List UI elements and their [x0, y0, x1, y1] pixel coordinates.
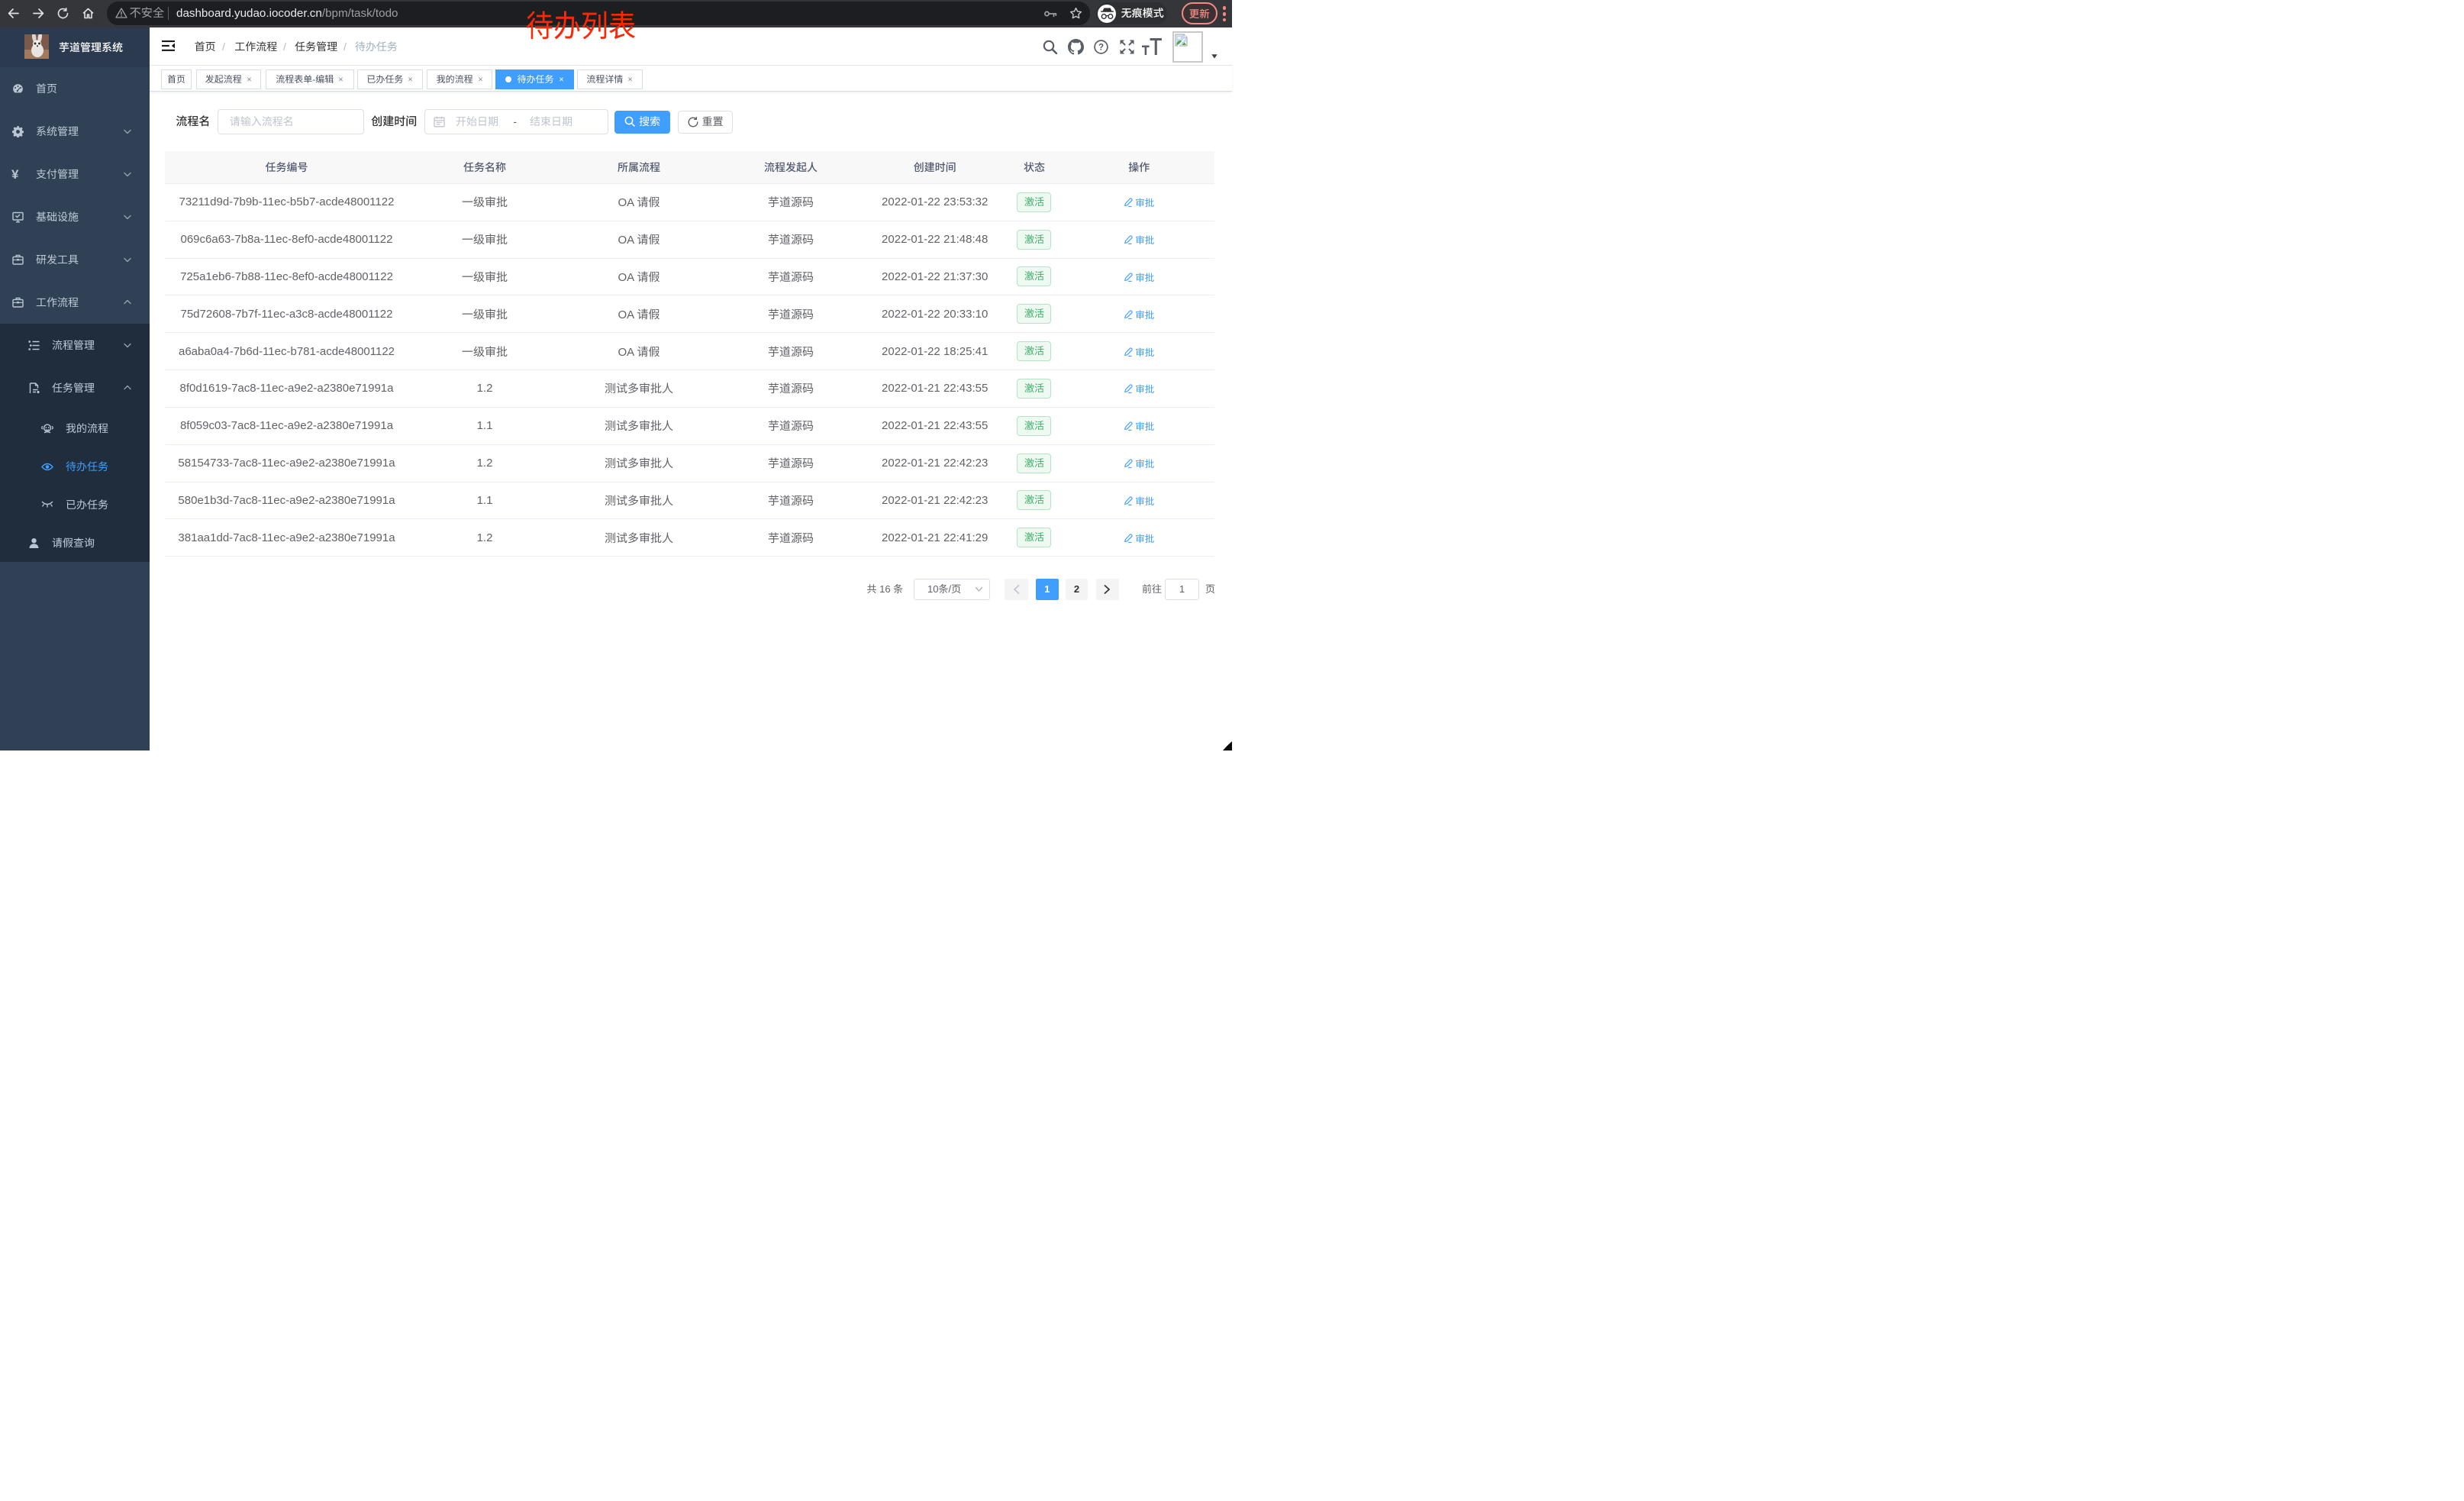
- svg-text:?: ?: [1098, 43, 1103, 52]
